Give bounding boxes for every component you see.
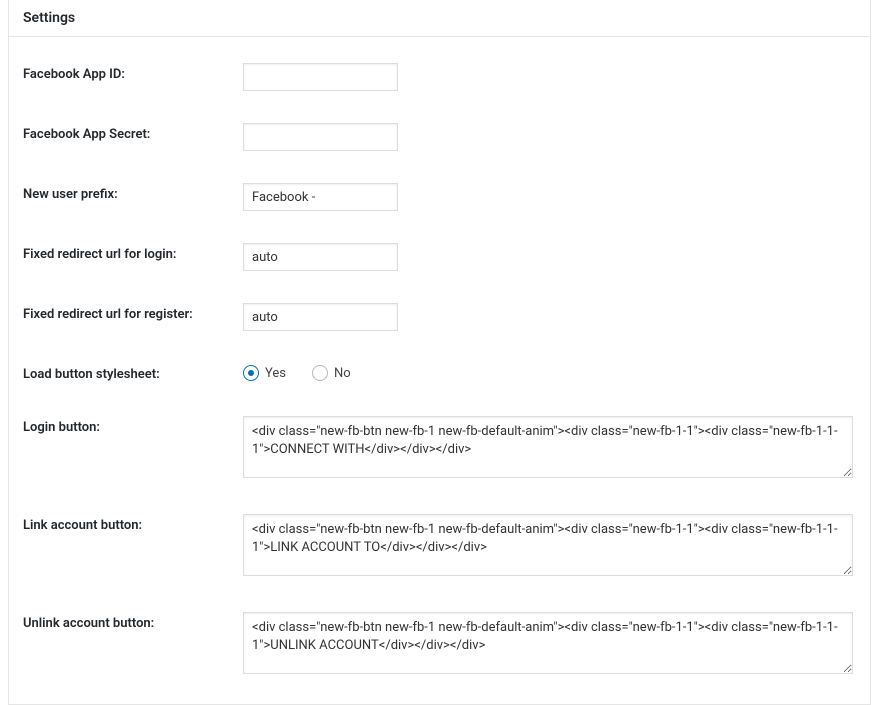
field-app-secret (243, 123, 856, 151)
label-app-secret: Facebook App Secret: (23, 123, 243, 144)
field-user-prefix (243, 183, 856, 211)
row-login-button: Login button: (9, 400, 870, 498)
textarea-login-button[interactable] (243, 416, 853, 478)
form-body: Facebook App ID: Facebook App Secret: Ne… (9, 37, 870, 704)
row-redirect-register: Fixed redirect url for register: (9, 287, 870, 347)
textarea-unlink-button[interactable] (243, 612, 853, 674)
field-app-id (243, 63, 856, 91)
field-unlink-button (243, 612, 856, 678)
radio-group-stylesheet: Yes No (243, 363, 856, 381)
input-redirect-register[interactable] (243, 303, 398, 331)
label-redirect-login: Fixed redirect url for login: (23, 243, 243, 264)
radio-circle-no (312, 365, 328, 381)
label-link-button: Link account button: (23, 514, 243, 535)
row-load-stylesheet: Load button stylesheet: Yes No (9, 347, 870, 400)
label-user-prefix: New user prefix: (23, 183, 243, 204)
input-app-secret[interactable] (243, 123, 398, 151)
panel-title: Settings (9, 0, 870, 37)
row-app-id: Facebook App ID: (9, 47, 870, 107)
settings-panel: Settings Facebook App ID: Facebook App S… (8, 0, 871, 705)
input-redirect-login[interactable] (243, 243, 398, 271)
input-user-prefix[interactable] (243, 183, 398, 211)
label-load-stylesheet: Load button stylesheet: (23, 363, 243, 384)
label-unlink-button: Unlink account button: (23, 612, 243, 633)
field-load-stylesheet: Yes No (243, 363, 856, 381)
row-app-secret: Facebook App Secret: (9, 107, 870, 167)
radio-label-no: No (334, 366, 351, 381)
row-user-prefix: New user prefix: (9, 167, 870, 227)
radio-option-yes[interactable]: Yes (243, 365, 286, 381)
field-link-button (243, 514, 856, 580)
input-app-id[interactable] (243, 63, 398, 91)
label-login-button: Login button: (23, 416, 243, 437)
field-login-button (243, 416, 856, 482)
label-app-id: Facebook App ID: (23, 63, 243, 84)
row-link-button: Link account button: (9, 498, 870, 596)
label-redirect-register: Fixed redirect url for register: (23, 303, 243, 324)
row-redirect-login: Fixed redirect url for login: (9, 227, 870, 287)
radio-circle-yes (243, 365, 259, 381)
row-unlink-button: Unlink account button: (9, 596, 870, 694)
radio-option-no[interactable]: No (312, 365, 351, 381)
textarea-link-button[interactable] (243, 514, 853, 576)
field-redirect-login (243, 243, 856, 271)
radio-label-yes: Yes (265, 366, 286, 381)
field-redirect-register (243, 303, 856, 331)
